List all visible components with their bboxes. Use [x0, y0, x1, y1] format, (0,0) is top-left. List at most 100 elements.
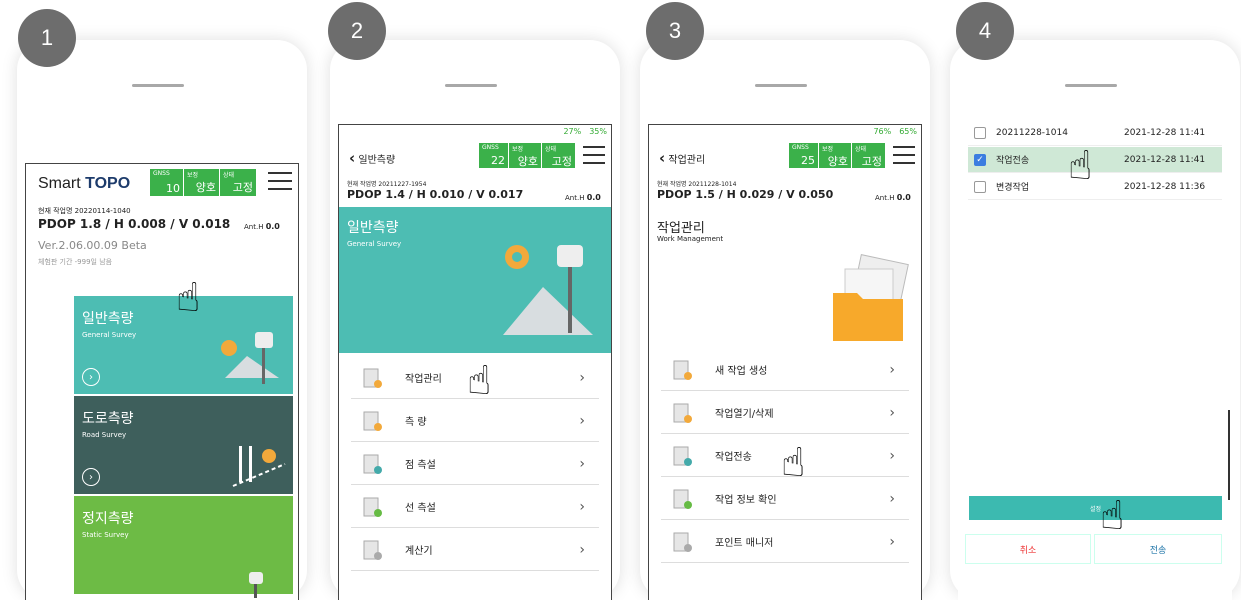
chevron-right-icon: ›: [889, 447, 895, 464]
menu-item-label: 포인트 매니저: [715, 538, 774, 549]
state-value: 고정: [861, 155, 882, 168]
step-badge-1: 1: [18, 9, 76, 67]
job-list-row[interactable]: 20211228-1014 2021-12-28 11:41: [968, 120, 1222, 146]
gnss-status[interactable]: GNSS 22 보정 양호 상태 고정: [479, 143, 575, 168]
job-date: 2021-12-28 11:36: [1124, 181, 1206, 192]
job-date: 2021-12-28 11:41: [1124, 127, 1206, 138]
menu-item[interactable]: 포인트 매니저 ›: [661, 521, 909, 563]
card-static-survey[interactable]: 정지측량 Static Survey: [74, 496, 293, 598]
screen-1: Smart TOPO GNSS 10 보정 양호 상태 고정 현재 작업명 20220…: [25, 163, 299, 600]
menu-item[interactable]: 선 측설 ›: [351, 486, 599, 528]
card-subtitle: Static Survey: [82, 531, 129, 539]
notch: [132, 84, 184, 87]
tap-hand-icon: ☝: [1068, 143, 1093, 189]
state-label: 상태: [855, 146, 867, 153]
step-badge-2: 2: [328, 2, 386, 60]
logo-text-bold: TOPO: [85, 175, 131, 192]
hero-banner: 일반측량 General Survey: [339, 207, 611, 353]
menu-item[interactable]: 측 량 ›: [351, 400, 599, 442]
menu-item[interactable]: 새 작업 생성 ›: [661, 349, 909, 391]
menu-item-label: 계산기: [405, 546, 433, 557]
job-list-row[interactable]: ✓ 작업전송 2021-12-28 11:41: [968, 147, 1222, 173]
hero-title: 일반측량: [347, 220, 399, 236]
state-label: 상태: [545, 146, 557, 153]
ant-height-label: Ant.H: [875, 194, 895, 202]
open-file-icon: [671, 402, 697, 424]
tap-hand-icon: ☝: [467, 358, 492, 404]
battery-1-level: 76%: [873, 127, 892, 136]
tap-hand-icon: ☝: [1100, 493, 1125, 539]
gnss-value: 25: [801, 154, 815, 167]
chevron-right-icon: ›: [579, 455, 585, 472]
gnss-status[interactable]: GNSS 10 보정 양호 상태 고정: [150, 169, 256, 196]
phone-3: 76% 65% ‹ 작업관리 GNSS 25 보정 양호 상태 고정 현재 작업명 20…: [640, 40, 930, 600]
notch: [1065, 84, 1117, 87]
chevron-right-icon: ›: [889, 490, 895, 507]
back-button[interactable]: ‹ 일반측량: [349, 149, 395, 167]
scrollbar[interactable]: [1228, 410, 1230, 500]
file-info-icon: [671, 488, 697, 510]
gnss-status[interactable]: GNSS 25 보정 양호 상태 고정: [789, 143, 885, 168]
ant-height-label: Ant.H: [565, 194, 585, 202]
menu-item-label: 점 측설: [405, 460, 436, 471]
ant-height-value: 0.0: [265, 222, 280, 231]
ant-height: Ant.H 0.0: [875, 193, 911, 202]
chevron-right-icon: ›: [579, 412, 585, 429]
cancel-button[interactable]: 취소: [965, 534, 1091, 564]
job-name: 20211228-1014: [996, 127, 1068, 138]
back-label: 일반측량: [358, 155, 396, 166]
phone-1: Smart TOPO GNSS 10 보정 양호 상태 고정 현재 작업명 20220…: [17, 40, 307, 600]
point-stakeout-icon: [361, 453, 387, 475]
gnss-label: GNSS: [792, 144, 809, 151]
battery-2-level: 35%: [589, 127, 607, 136]
state-value: 고정: [232, 181, 253, 194]
setting-button[interactable]: 설정: [969, 496, 1222, 520]
current-job: 현재 작업명 20211227-1954: [347, 181, 427, 188]
ant-height-value: 0.0: [586, 193, 601, 202]
checkbox[interactable]: [974, 126, 986, 139]
app-logo: Smart TOPO: [38, 175, 130, 193]
menu-icon[interactable]: [583, 146, 605, 164]
ant-height-value: 0.0: [896, 193, 911, 202]
current-job: 현재 작업명 20220114-1040: [38, 207, 131, 215]
job-name: 작업전송: [996, 156, 1030, 166]
state-value: 고정: [551, 155, 572, 168]
menu-item-label: 작업관리: [405, 374, 442, 385]
calculator-icon: [361, 539, 387, 561]
job-list-row[interactable]: 변경작업 2021-12-28 11:36: [968, 174, 1222, 200]
point-manager-icon: [671, 531, 697, 553]
correction-value: 양호: [195, 181, 216, 194]
chevron-right-icon: ›: [889, 533, 895, 550]
chevron-right-icon: ›: [889, 361, 895, 378]
correction-label: 보정: [512, 146, 524, 153]
pdop-readout: PDOP 1.5 / H 0.029 / V 0.050: [657, 188, 834, 201]
send-file-icon: [671, 445, 697, 467]
menu-item-label: 새 작업 생성: [715, 366, 768, 377]
current-job: 현재 작업명 20211228-1014: [657, 181, 737, 188]
battery-1-level: 27%: [563, 127, 582, 136]
screen-3: 76% 65% ‹ 작업관리 GNSS 25 보정 양호 상태 고정 현재 작업명 20…: [648, 124, 922, 600]
gnss-label: GNSS: [153, 170, 170, 177]
tap-hand-icon: ☝: [176, 275, 201, 321]
state-label: 상태: [223, 172, 235, 179]
card-road-survey[interactable]: 도로측량 Road Survey ›: [74, 396, 293, 494]
menu-item[interactable]: 작업열기/삭제 ›: [661, 392, 909, 434]
status-bar: 76% 65%: [873, 127, 917, 136]
notch: [755, 84, 807, 87]
battery-2-level: 65%: [899, 127, 917, 136]
menu-item[interactable]: 점 측설 ›: [351, 443, 599, 485]
survey-illustration-icon: [221, 332, 279, 384]
phone-4: 20211228-1014 2021-12-28 11:41 ✓ 작업전송 2021-1…: [950, 40, 1240, 600]
menu-icon[interactable]: [893, 146, 915, 164]
checkbox[interactable]: [974, 180, 986, 193]
menu-item-label: 측 량: [405, 417, 427, 428]
checkbox[interactable]: ✓: [974, 153, 986, 166]
screen-2: 27% 35% ‹ 일반측량 GNSS 22 보정 양호 상태 고정 현재 작업명 20…: [338, 124, 612, 600]
menu-icon[interactable]: [268, 172, 292, 190]
card-title: 도로측량: [82, 411, 134, 427]
folder-illustration-icon: [833, 254, 909, 341]
map-icon: [361, 410, 387, 432]
back-arrow-icon: ‹: [349, 149, 356, 167]
menu-item[interactable]: 계산기 ›: [351, 529, 599, 571]
back-button[interactable]: ‹ 작업관리: [659, 149, 705, 167]
